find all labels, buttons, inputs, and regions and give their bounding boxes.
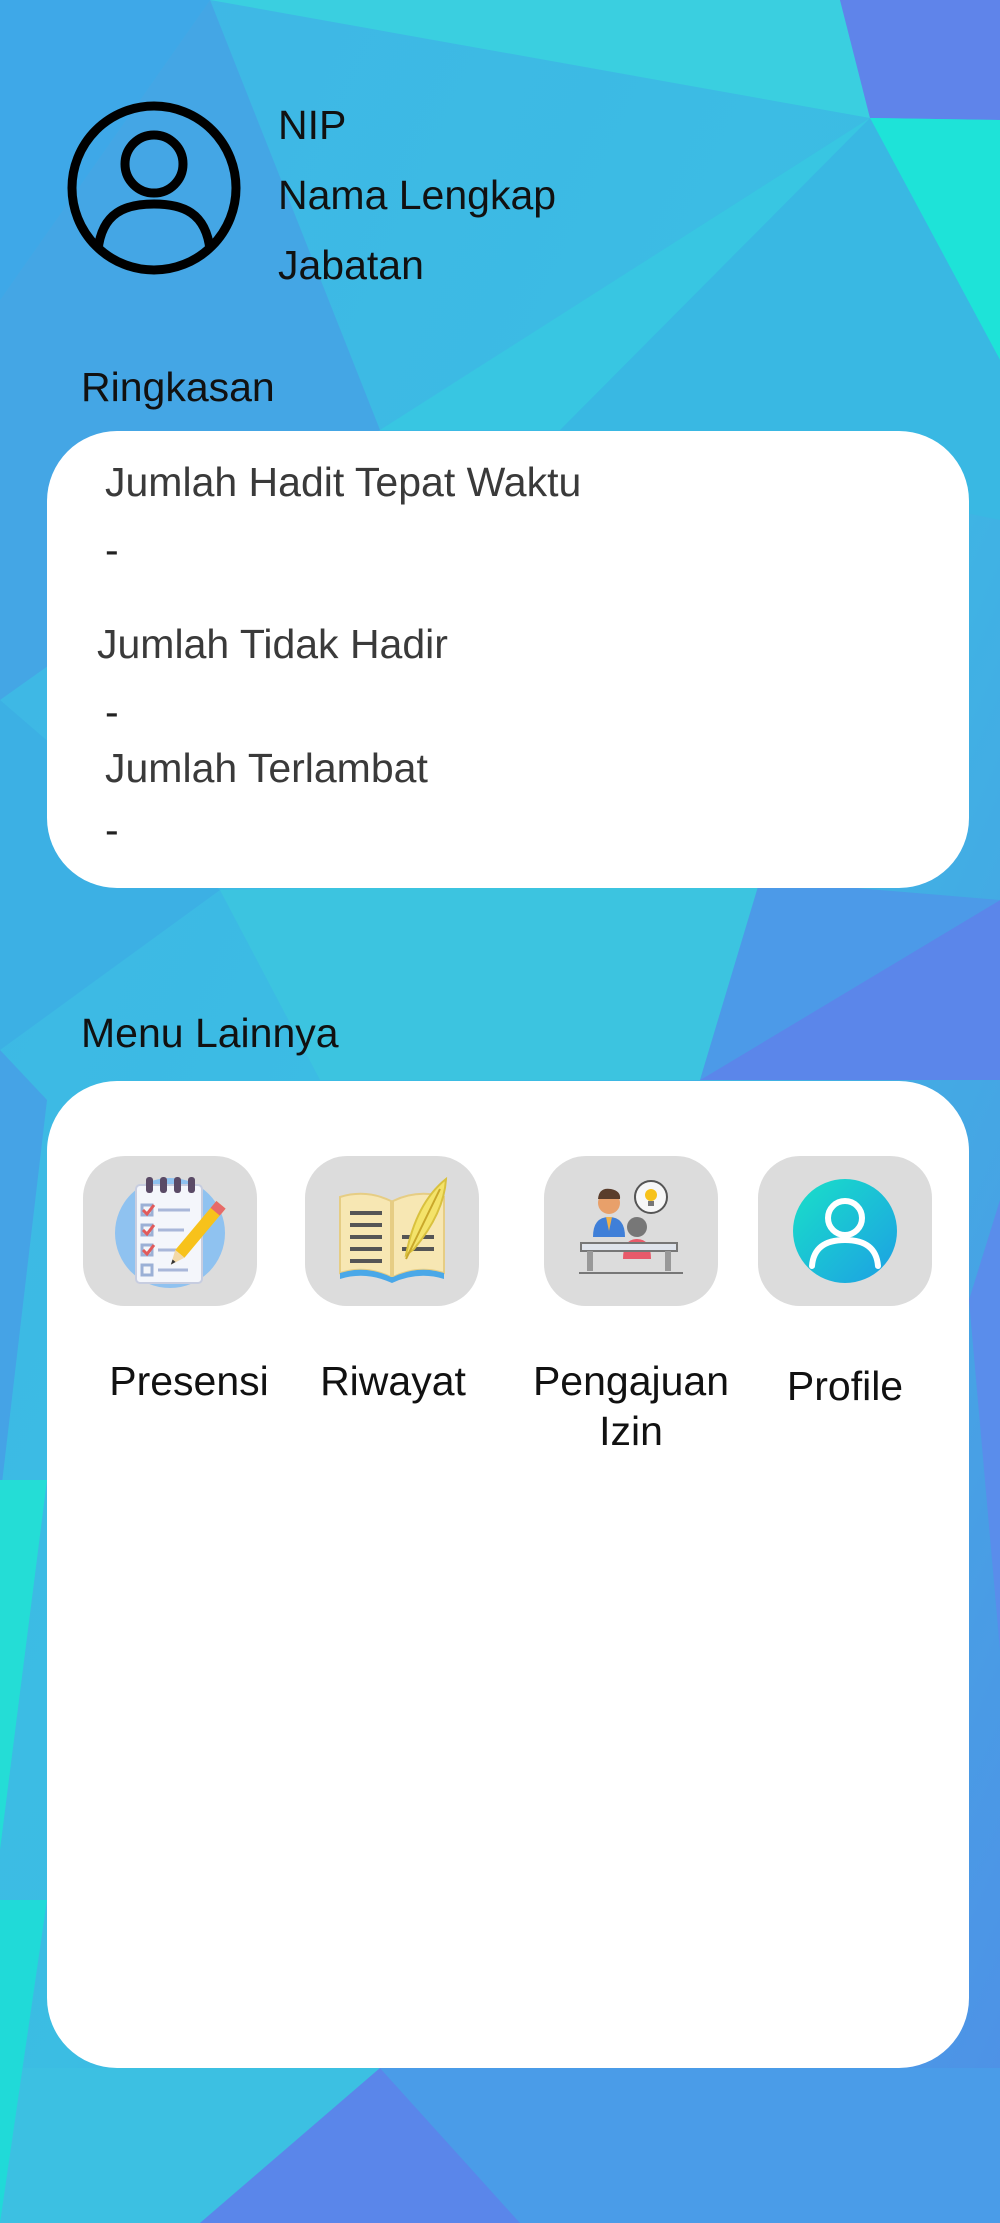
summary-late-label: Jumlah Terlambat bbox=[105, 745, 428, 791]
user-profile-icon bbox=[793, 1179, 897, 1283]
avatar-icon[interactable] bbox=[66, 100, 242, 276]
open-book-feather-icon bbox=[339, 1176, 448, 1283]
summary-absent-value: - bbox=[105, 689, 119, 735]
menu-card: Presensi Riwayat Pengajuan Izin Profile bbox=[47, 1081, 969, 2068]
summary-ontime-label: Jumlah Hadit Tepat Waktu bbox=[105, 459, 582, 505]
summary-absent-label: Jumlah Tidak Hadir bbox=[97, 621, 448, 667]
menu-item-presensi-label[interactable]: Presensi bbox=[79, 1356, 299, 1406]
notepad-checklist-icon bbox=[115, 1177, 226, 1288]
summary-title: Ringkasan bbox=[81, 364, 275, 410]
menu-item-presensi[interactable] bbox=[83, 1156, 257, 1306]
menu-item-pengajuan-izin-label[interactable]: Pengajuan Izin bbox=[521, 1356, 741, 1456]
meeting-idea-icon bbox=[579, 1180, 683, 1274]
summary-late-value: - bbox=[105, 807, 119, 853]
menu-item-pengajuan-izin[interactable] bbox=[544, 1156, 718, 1306]
menu-item-riwayat[interactable] bbox=[305, 1156, 479, 1306]
user-nip: NIP bbox=[278, 102, 347, 148]
user-position: Jabatan bbox=[278, 242, 424, 288]
user-name: Nama Lengkap bbox=[278, 172, 557, 218]
menu-item-profile[interactable] bbox=[758, 1156, 932, 1306]
menu-item-profile-label[interactable]: Profile bbox=[735, 1361, 955, 1411]
menu-item-riwayat-label[interactable]: Riwayat bbox=[283, 1356, 503, 1406]
summary-ontime-value: - bbox=[105, 527, 119, 573]
summary-card: Jumlah Hadit Tepat Waktu - Jumlah Tidak … bbox=[47, 431, 969, 888]
menu-title: Menu Lainnya bbox=[81, 1010, 339, 1056]
